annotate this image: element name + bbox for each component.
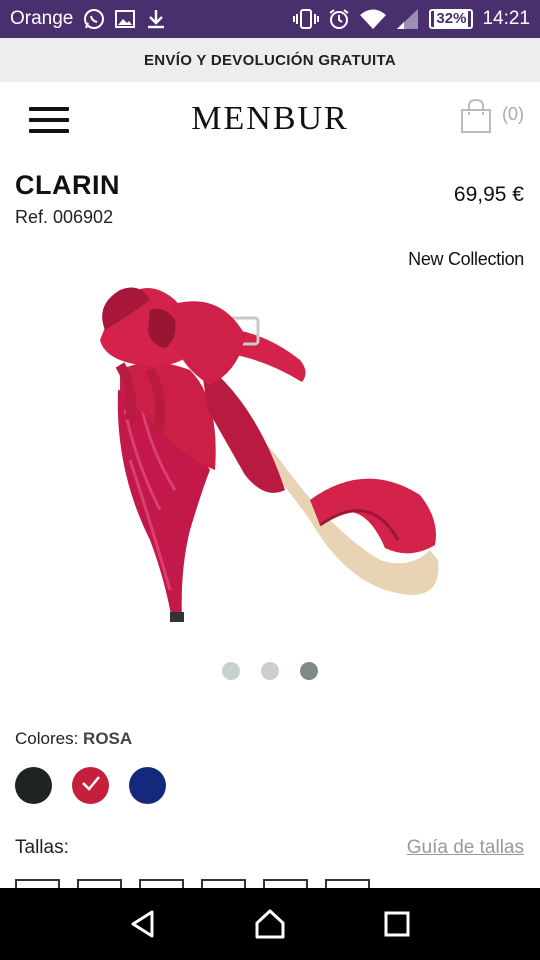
cart-button[interactable]: (0) <box>458 98 524 139</box>
product-image-carousel[interactable]: New Collection <box>0 240 540 650</box>
colors-label-text: Colores: <box>15 729 79 748</box>
carrier-label: Orange <box>10 8 74 29</box>
size-guide-link[interactable]: Guía de tallas <box>407 837 524 859</box>
color-swatch-rosa[interactable] <box>72 767 109 804</box>
clock: 14:21 <box>482 8 530 29</box>
home-icon[interactable] <box>250 904 290 944</box>
color-swatch-blue[interactable] <box>129 767 166 804</box>
recents-icon[interactable] <box>377 904 417 944</box>
system-nav-bar <box>0 888 540 960</box>
colors-label: Colores: ROSA <box>15 729 132 749</box>
vibrate-icon <box>293 9 320 29</box>
battery-percent: 32% <box>434 10 469 27</box>
product-price: 69,95 € <box>453 183 524 206</box>
carousel-dots <box>0 662 540 680</box>
checkmark-icon <box>81 775 101 796</box>
sizes-label: Tallas: <box>15 837 69 858</box>
cart-count: (0) <box>502 104 524 124</box>
image-icon <box>115 10 136 28</box>
status-bar: Orange 32% 14:21 <box>0 0 540 38</box>
carousel-dot[interactable] <box>261 662 279 680</box>
product-image <box>100 287 439 622</box>
color-swatches <box>15 767 166 804</box>
promo-text: ENVÍO Y DEVOLUCIÓN GRATUITA <box>143 51 396 69</box>
site-header: MENBUR (0) <box>0 82 540 158</box>
product-name: CLARIN <box>15 170 120 200</box>
carousel-dot[interactable] <box>222 662 240 680</box>
wifi-icon <box>359 8 387 30</box>
selected-color-name: ROSA <box>83 729 133 748</box>
color-swatch-black[interactable] <box>15 767 52 804</box>
carousel-dot-active[interactable] <box>300 662 318 680</box>
battery-icon: 32% <box>429 9 474 29</box>
promo-banner: ENVÍO Y DEVOLUCIÓN GRATUITA <box>0 38 540 82</box>
signal-icon <box>396 8 420 30</box>
alarm-icon <box>328 8 350 30</box>
shopping-bag-icon <box>458 98 494 139</box>
whatsapp-icon <box>83 8 105 30</box>
download-icon <box>145 8 167 30</box>
back-icon[interactable] <box>123 904 163 944</box>
product-ref: Ref. 006902 <box>15 207 114 227</box>
